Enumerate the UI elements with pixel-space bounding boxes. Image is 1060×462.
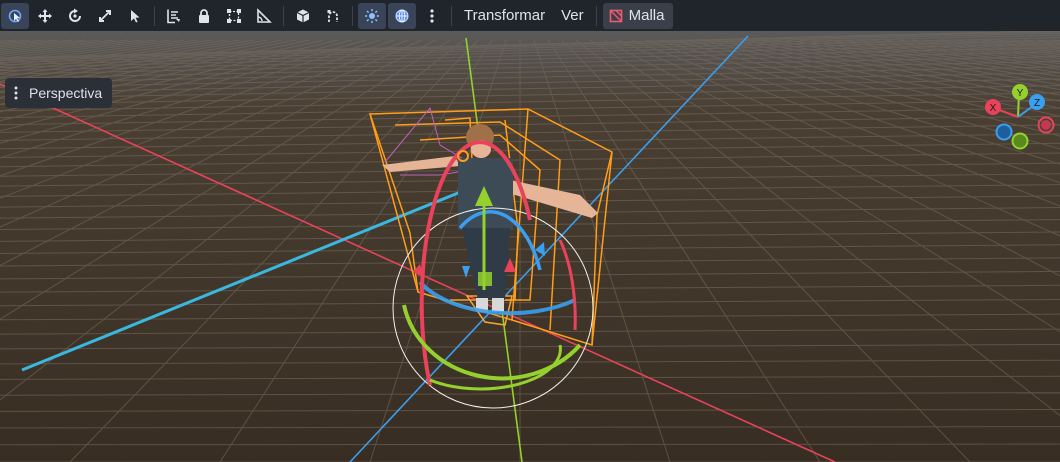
environment-toggle-button[interactable] [388,2,416,29]
kebab-menu-icon [430,8,434,23]
ruler-icon [167,9,180,23]
ruler-button[interactable] [160,3,188,29]
rotate-icon [69,8,81,22]
gizmo-neg-z-handle[interactable] [995,123,1013,141]
toolbar-separator [451,5,452,26]
grid-line [0,443,1060,446]
bone-button[interactable] [319,3,347,29]
group-icon [227,8,241,23]
mesh-menu[interactable]: Malla [602,2,673,29]
gizmo-y-label: Y [1017,88,1024,99]
snap-icon [257,7,272,23]
rotate-mode-button[interactable] [61,3,89,29]
transform-menu[interactable]: Transformar [456,3,553,29]
lock-icon [199,8,209,23]
sun-icon [365,8,379,23]
toolbar-separator [154,5,155,26]
toolbar-separator [595,5,597,26]
bone-icon [327,9,338,22]
gizmo-z-label: Z [1034,98,1040,109]
select-mode-button[interactable] [1,2,29,29]
3d-viewport[interactable]: Perspectiva Y X Z [0,31,1060,462]
lock-button[interactable] [190,3,218,29]
toolbar-separator [283,5,284,26]
perspective-menu-button[interactable]: Perspectiva [5,78,113,108]
mesh-icon [609,9,622,22]
select-cursor-icon [8,9,22,22]
mesh-menu-label: Malla [628,7,665,24]
view-menu[interactable]: Ver [553,3,592,29]
toolbar-separator [352,5,353,26]
move-arrows-icon [38,8,52,23]
perspective-label: Perspectiva [29,85,103,101]
orientation-gizmo[interactable]: Y X Z [980,83,1060,153]
globe-icon [395,9,409,22]
editor-toolbar: Transformar Ver Malla [0,0,1060,31]
move-mode-button[interactable] [31,3,59,29]
gizmo-neg-x-fill [1041,120,1051,130]
light-toggle-button[interactable] [358,2,386,29]
gizmo-neg-y-handle[interactable] [1011,132,1029,150]
more-options-button[interactable] [418,3,446,29]
scale-mode-button[interactable] [91,3,119,29]
pointer-icon [131,9,140,22]
list-select-button[interactable] [121,3,149,29]
scale-icon [99,9,111,22]
cube-icon [296,9,310,22]
gizmo-x-label: X [990,103,997,114]
viewport-scene [0,31,1060,462]
preview-button[interactable] [289,3,317,29]
kebab-menu-icon [14,86,18,100]
snap-button[interactable] [250,3,278,29]
group-button[interactable] [220,3,248,29]
